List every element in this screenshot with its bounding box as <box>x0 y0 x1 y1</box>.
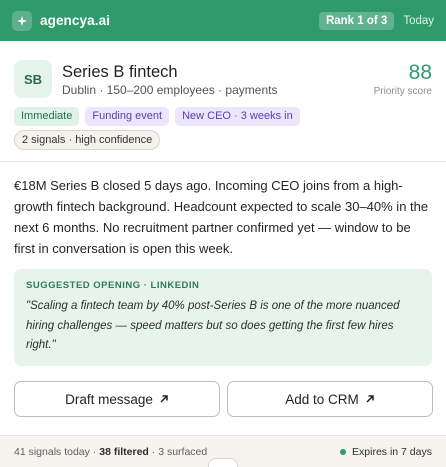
top-bar: agencya.ai Rank 1 of 3 Today <box>0 0 446 41</box>
suggested-opening-quote: "Scaling a fintech team by 40% post-Seri… <box>26 300 400 351</box>
arrow-up-right-icon <box>159 394 169 404</box>
score-value: 88 <box>408 60 432 84</box>
score-label: Priority score <box>373 85 432 97</box>
draft-message-label: Draft message <box>65 391 153 407</box>
divider <box>0 161 446 162</box>
suggested-opening-panel: SUGGESTED OPENING · LINKEDIN "Scaling a … <box>14 269 432 366</box>
signals-chip[interactable]: 2 signals · high confidence <box>14 130 161 150</box>
add-to-crm-label: Add to CRM <box>285 391 359 407</box>
tag-new-ceo: New CEO · 3 weeks in <box>175 107 300 126</box>
priority-score: 88 Priority score <box>373 60 432 97</box>
company-summary: SB Series B fintech Dublin · 150–200 emp… <box>14 58 432 100</box>
footer-surfaced: 3 surfaced <box>158 445 208 458</box>
add-to-crm-button[interactable]: Add to CRM <box>227 381 433 417</box>
company-avatar: SB <box>14 60 52 98</box>
spark-icon <box>12 10 32 31</box>
brand[interactable]: agencya.ai <box>12 10 111 31</box>
date-label: Today <box>403 14 434 27</box>
brand-name: agencya.ai <box>40 13 111 28</box>
tag-funding-event: Funding event <box>85 107 170 126</box>
suggested-opening-label: SUGGESTED OPENING · LINKEDIN <box>26 280 200 291</box>
draft-message-button[interactable]: Draft message <box>14 381 220 417</box>
footer-filtered: 38 filtered <box>99 445 149 458</box>
arrow-up-right-icon <box>365 394 375 404</box>
company-meta: Dublin · 150–200 employees · payments <box>62 82 278 97</box>
rank-badge: Rank 1 of 3 <box>318 11 395 30</box>
tag-immediate: Immediate <box>14 107 80 126</box>
footer-signals-today: 41 signals today <box>14 445 90 458</box>
tag-list: Immediate Funding event New CEO · 3 week… <box>14 107 306 126</box>
lead-summary: €18M Series B closed 5 days ago. Incomin… <box>14 178 429 256</box>
company-name: Series B fintech <box>62 62 178 81</box>
scroll-handle[interactable] <box>208 458 238 467</box>
status-dot-icon <box>340 448 347 455</box>
expires-label: Expires in 7 days <box>352 445 432 458</box>
